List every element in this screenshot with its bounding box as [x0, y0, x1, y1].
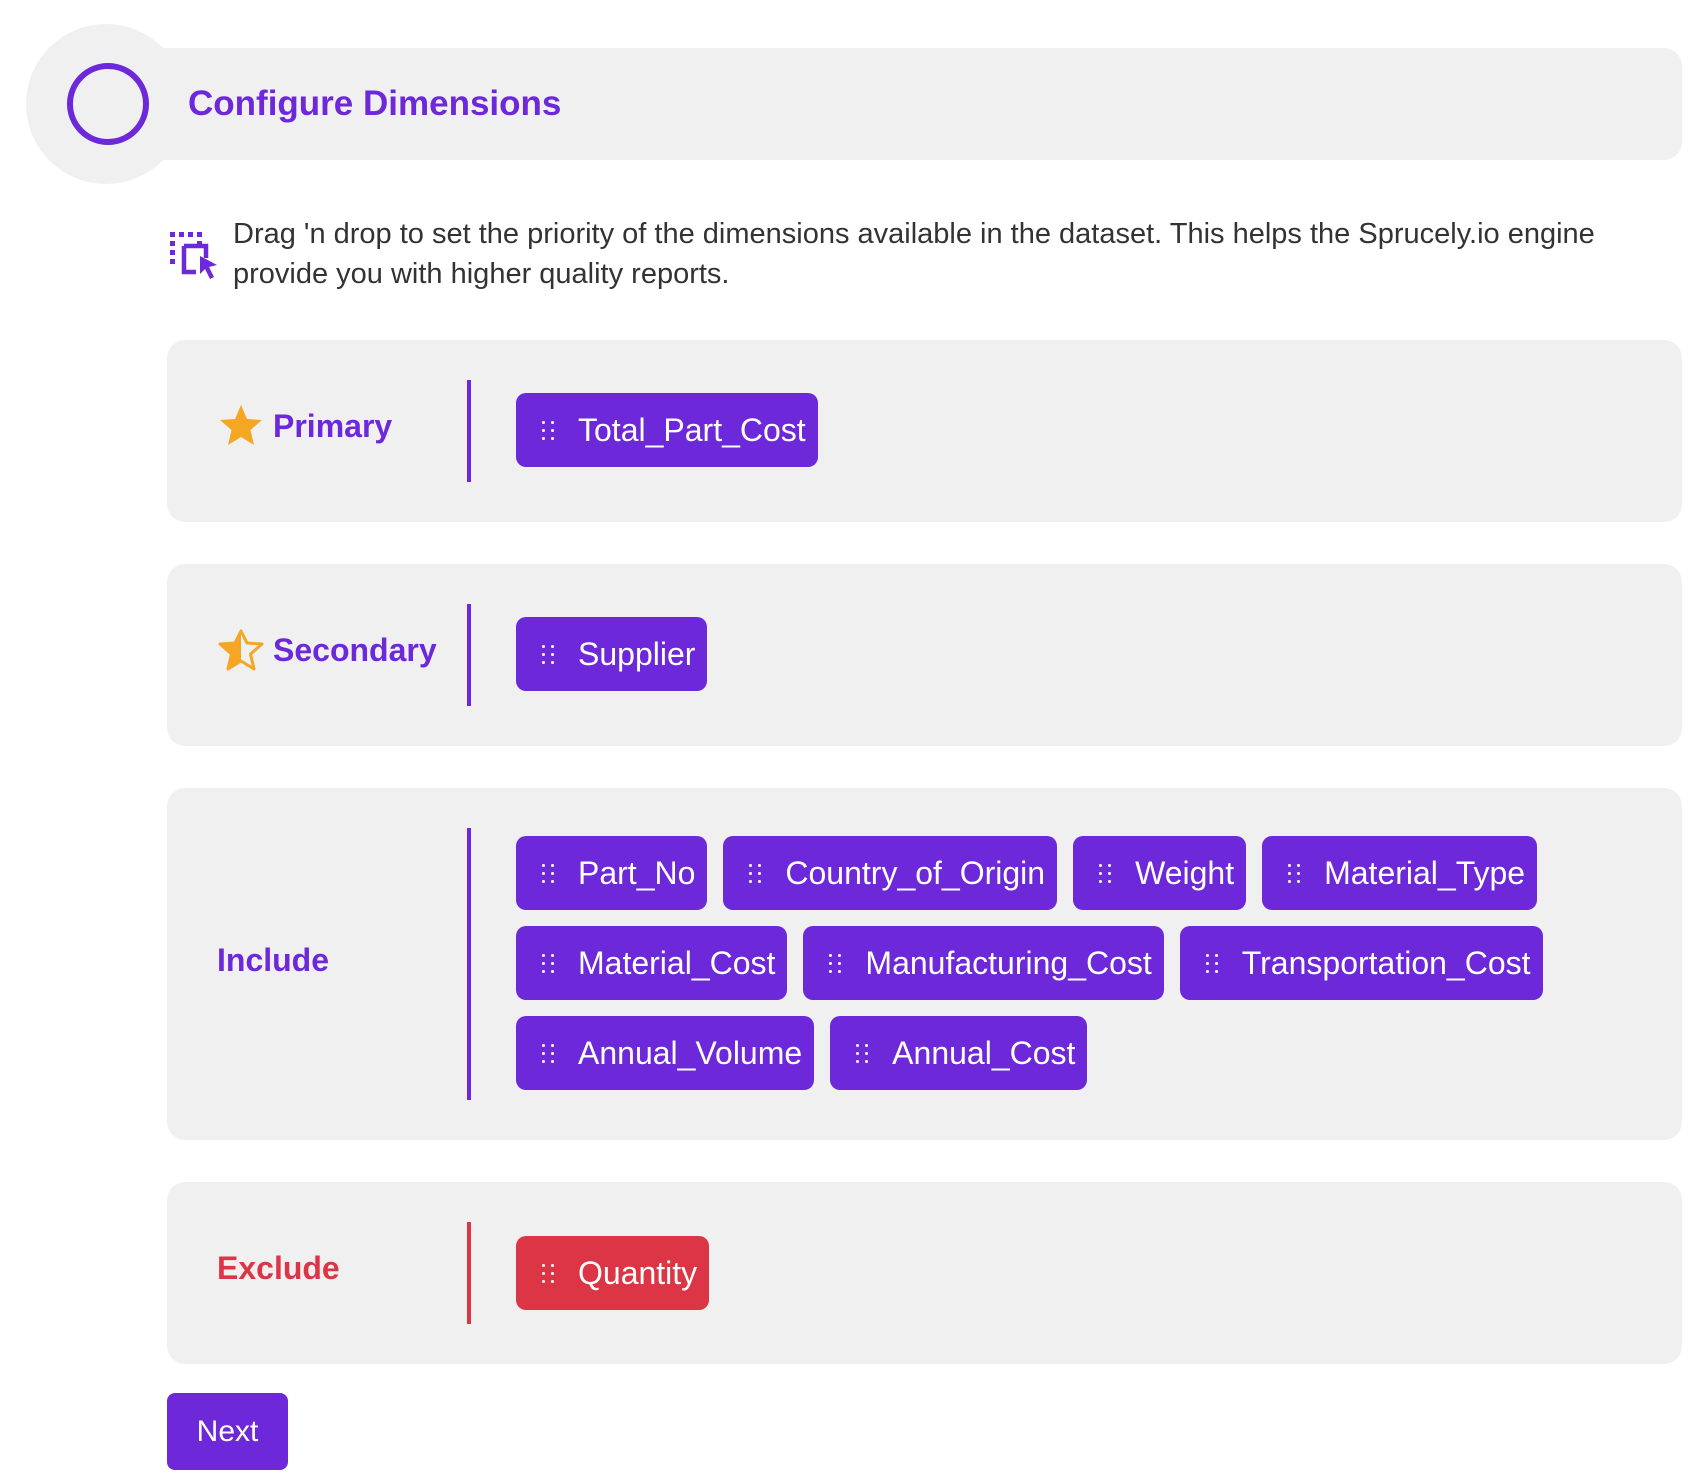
exclude-chip-list: Quantity	[516, 1236, 710, 1310]
drag-handle-icon[interactable]	[540, 863, 556, 883]
dimension-chip-label: Material_Cost	[578, 944, 776, 981]
dimension-chip[interactable]: Part_No	[516, 836, 708, 910]
drag-handle-icon[interactable]	[540, 1043, 556, 1063]
secondary-divider	[467, 604, 471, 706]
drag-select-icon	[170, 232, 217, 279]
dimension-chip-label: Country_of_Origin	[785, 854, 1046, 891]
dimension-chip-label: Annual_Volume	[578, 1034, 803, 1071]
star-half-icon	[218, 629, 264, 671]
dimension-chip[interactable]: Country_of_Origin	[723, 836, 1058, 910]
drag-handle-icon[interactable]	[827, 953, 843, 973]
drag-handle-icon[interactable]	[1097, 863, 1113, 883]
dimension-chip[interactable]: Annual_Volume	[516, 1016, 815, 1090]
dimension-chip[interactable]: Weight	[1073, 836, 1247, 910]
dimension-chip-label: Material_Type	[1324, 854, 1526, 891]
include-chip-list: Part_No Country_of_Origin Weight Material_T…	[516, 836, 1646, 1090]
dimension-chip-label: Part_No	[578, 854, 696, 891]
drag-handle-icon[interactable]	[540, 644, 556, 664]
drag-handle-icon[interactable]	[747, 863, 763, 883]
secondary-label: Secondary	[217, 626, 437, 674]
primary-divider	[467, 380, 471, 482]
step-ring-icon	[67, 63, 149, 145]
secondary-chip-list: Supplier	[516, 617, 708, 691]
exclude-label: Exclude	[217, 1250, 340, 1287]
dimension-chip-label: Manufacturing_Cost	[865, 944, 1152, 981]
dimension-chip[interactable]: Manufacturing_Cost	[803, 926, 1164, 1000]
primary-chip-list: Total_Part_Cost	[516, 393, 818, 467]
dimension-chip-label: Transportation_Cost	[1241, 944, 1531, 981]
secondary-dropzone[interactable]: Secondary Supplier	[167, 564, 1682, 746]
dimension-chip-label: Quantity	[578, 1254, 698, 1291]
instructions-text: Drag 'n drop to set the priority of the …	[233, 218, 1595, 290]
include-label-text: Include	[217, 942, 330, 978]
dimension-chip-label: Weight	[1135, 854, 1235, 891]
dimension-chip[interactable]: Transportation_Cost	[1179, 926, 1543, 1000]
include-label: Include	[217, 942, 329, 979]
drag-handle-icon[interactable]	[540, 420, 556, 440]
next-button[interactable]: Next	[167, 1393, 288, 1470]
dimension-chip[interactable]: Total_Part_Cost	[516, 393, 818, 467]
dimension-chip-label: Total_Part_Cost	[578, 411, 806, 448]
include-divider	[467, 828, 471, 1100]
drag-handle-icon[interactable]	[540, 1263, 556, 1283]
exclude-label-text: Exclude	[217, 1250, 340, 1286]
star-filled-icon	[220, 405, 262, 445]
page-title: Configure Dimensions	[188, 84, 562, 123]
primary-dropzone[interactable]: Primary Total_Part_Cost	[167, 340, 1682, 522]
include-dropzone[interactable]: Include Part_No Country_of_Origin Weight Ma…	[167, 788, 1682, 1140]
dimension-chip[interactable]: Quantity	[516, 1236, 710, 1310]
dimension-chip[interactable]: Annual_Cost	[830, 1016, 1088, 1090]
drag-handle-icon[interactable]	[854, 1043, 870, 1063]
drag-handle-icon[interactable]	[1204, 953, 1220, 973]
drag-handle-icon[interactable]	[1286, 863, 1302, 883]
dimension-chip[interactable]: Material_Type	[1262, 836, 1538, 910]
exclude-divider	[467, 1222, 471, 1324]
secondary-label-text: Secondary	[273, 631, 437, 668]
dimension-chip-label: Supplier	[578, 635, 696, 672]
primary-label: Primary	[217, 402, 392, 450]
dimension-chip-label: Annual_Cost	[892, 1034, 1076, 1071]
dimension-chip[interactable]: Supplier	[516, 617, 708, 691]
drag-handle-icon[interactable]	[540, 953, 556, 973]
step-indicator	[26, 24, 186, 184]
dimension-chip[interactable]: Material_Cost	[516, 926, 788, 1000]
exclude-dropzone[interactable]: Exclude Quantity	[167, 1182, 1682, 1364]
primary-label-text: Primary	[273, 407, 393, 444]
